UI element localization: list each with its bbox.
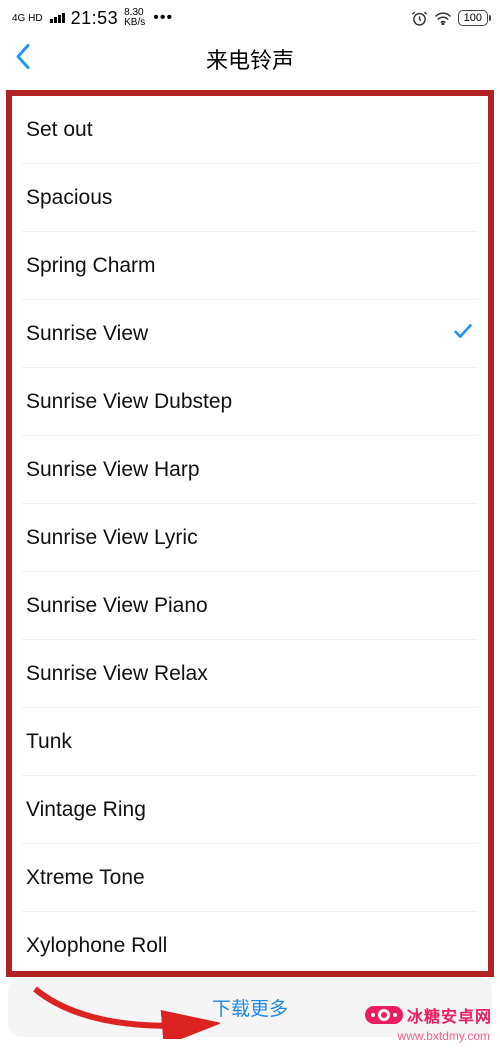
- ringtone-name: Sunrise View Dubstep: [26, 390, 232, 414]
- ringtone-item[interactable]: Set out: [22, 96, 478, 164]
- status-right: 100: [411, 10, 488, 27]
- ringtone-name: Spring Charm: [26, 254, 156, 278]
- status-bar: 4G HD 21:53 8.30 KB/s ••• 100: [0, 0, 500, 32]
- signal-bars-icon: [50, 13, 65, 23]
- ringtone-item[interactable]: Sunrise View Harp: [22, 436, 478, 504]
- ringtone-item[interactable]: Sunrise View Piano: [22, 572, 478, 640]
- footer-bar: 下载更多: [8, 977, 492, 1037]
- back-button[interactable]: [14, 43, 32, 76]
- ringtone-item[interactable]: Sunrise View Relax: [22, 640, 478, 708]
- ringtone-item[interactable]: Sunrise View Lyric: [22, 504, 478, 572]
- checkmark-icon: [452, 320, 474, 348]
- ringtone-name: Tunk: [26, 730, 72, 754]
- ringtone-name: Spacious: [26, 186, 112, 210]
- ringtone-item[interactable]: Xylophone Roll: [22, 912, 478, 977]
- ringtone-name: Sunrise View Harp: [26, 458, 200, 482]
- status-left: 4G HD 21:53 8.30 KB/s •••: [12, 8, 173, 29]
- ringtone-item[interactable]: Spacious: [22, 164, 478, 232]
- battery-indicator: 100: [458, 10, 488, 26]
- ringtone-name: Sunrise View Relax: [26, 662, 208, 686]
- nav-header: 来电铃声: [0, 32, 500, 86]
- page-title: 来电铃声: [206, 43, 294, 75]
- ringtone-name: Xylophone Roll: [26, 934, 167, 958]
- ringtone-name: Vintage Ring: [26, 798, 146, 822]
- wifi-icon: [434, 11, 452, 25]
- highlight-box-annotation: Set out Spacious Spring Charm Sunrise View S…: [6, 90, 494, 977]
- ringtone-name: Sunrise View: [26, 322, 148, 346]
- alarm-icon: [411, 10, 428, 27]
- ringtone-item[interactable]: Vintage Ring: [22, 776, 478, 844]
- ringtone-name: Sunrise View Piano: [26, 594, 208, 618]
- download-more-button[interactable]: 下载更多: [212, 994, 288, 1021]
- network-type-label: 4G HD: [12, 13, 43, 24]
- ringtone-item[interactable]: Xtreme Tone: [22, 844, 478, 912]
- data-speed-unit: KB/s: [124, 18, 145, 28]
- network-type: 4G HD: [12, 13, 43, 24]
- ringtone-name: Sunrise View Lyric: [26, 526, 198, 550]
- data-speed: 8.30 KB/s: [124, 8, 145, 28]
- ringtone-item[interactable]: Sunrise View Dubstep: [22, 368, 478, 436]
- status-time: 21:53: [71, 8, 119, 29]
- more-icon: •••: [153, 9, 173, 27]
- ringtone-name: Set out: [26, 118, 93, 142]
- ringtone-item[interactable]: Tunk: [22, 708, 478, 776]
- ringtone-name: Xtreme Tone: [26, 866, 145, 890]
- ringtone-list[interactable]: Set out Spacious Spring Charm Sunrise View S…: [12, 96, 488, 977]
- ringtone-item[interactable]: Sunrise View: [22, 300, 478, 368]
- ringtone-item[interactable]: Spring Charm: [22, 232, 478, 300]
